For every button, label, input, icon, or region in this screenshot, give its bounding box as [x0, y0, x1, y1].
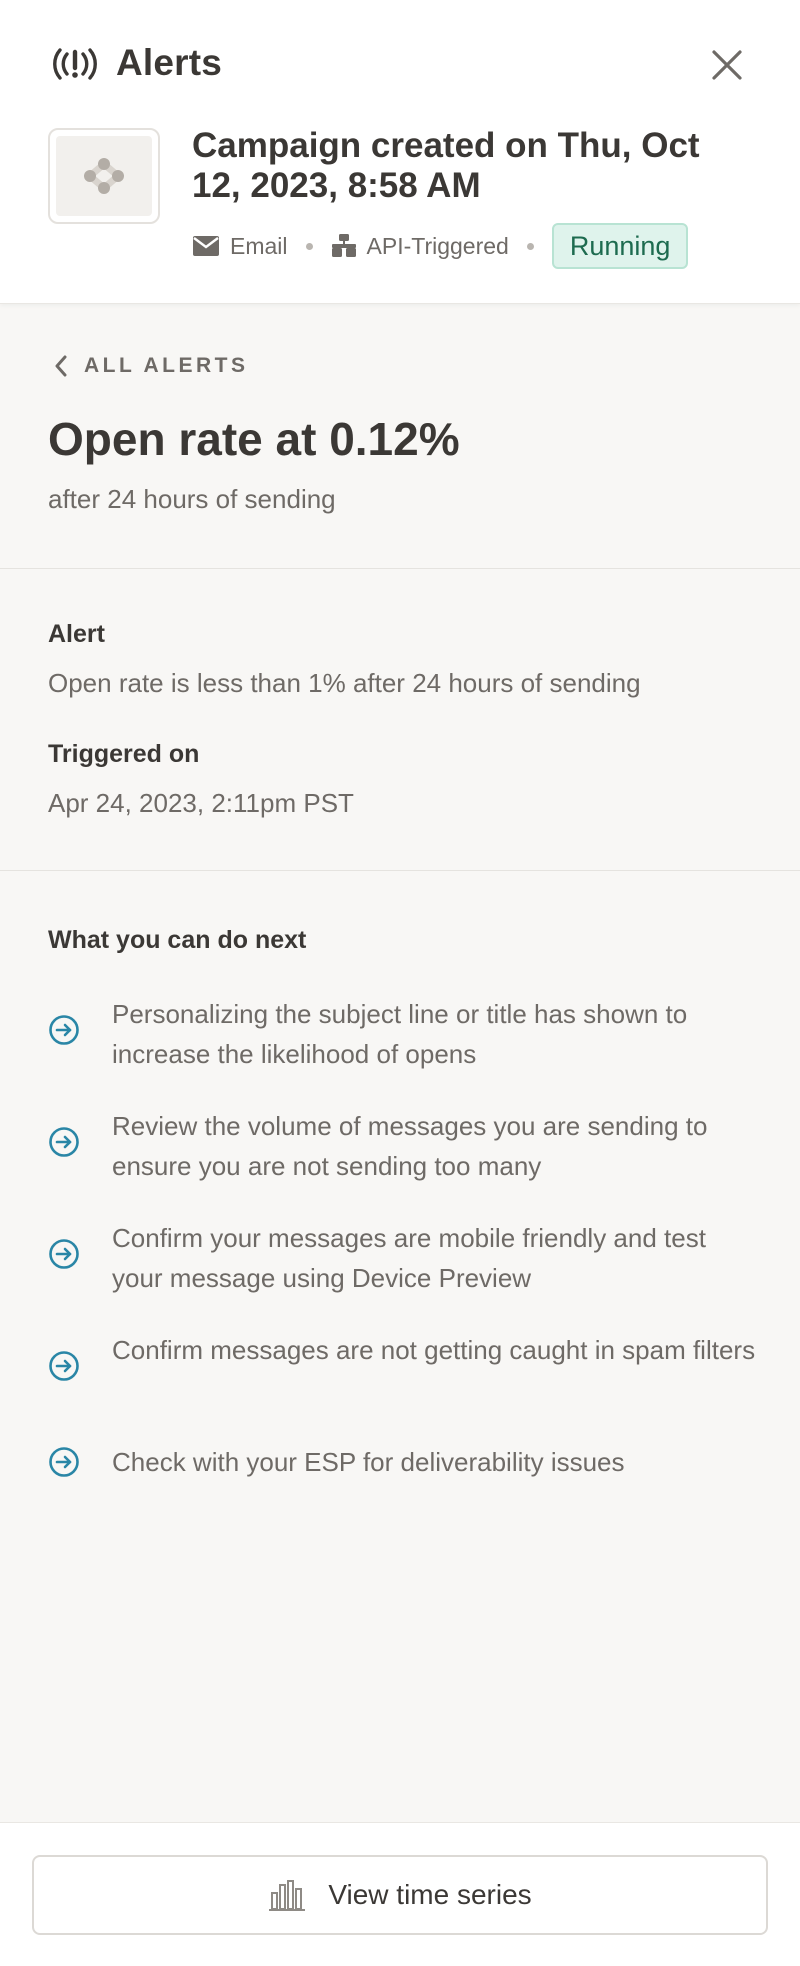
triggered-label: Triggered on: [48, 740, 200, 768]
next-step-text: Confirm messages are not getting caught …: [112, 1335, 756, 1365]
view-time-series-label: View time series: [328, 1879, 532, 1910]
next-step-item: Confirm your messages are mobile friendl…: [48, 1218, 758, 1298]
workflow-diagram-icon: [84, 158, 124, 194]
section-divider: [0, 568, 800, 569]
meta-separator: [526, 242, 534, 250]
alert-signal-icon: [53, 48, 97, 80]
campaign-title: Campaign created on Thu, Oct 12, 2023, 8…: [192, 126, 700, 205]
all-alerts-link[interactable]: ALL ALERTS: [54, 354, 249, 378]
panel-header: Alerts Campaign created on Thu, Oct 12,: [0, 0, 800, 304]
next-step-item: Review the volume of messages you are se…: [48, 1106, 758, 1186]
next-step-text: Check with your ESP for deliverability i…: [112, 1447, 625, 1477]
next-step-item: Check with your ESP for deliverability i…: [48, 1442, 758, 1482]
section-divider: [0, 870, 800, 871]
next-step-item: Personalizing the subject line or title …: [48, 994, 758, 1074]
arrow-circle-right-icon: [49, 1447, 79, 1477]
campaign-meta: Email API-Triggered Running: [192, 222, 689, 270]
arrow-circle-right-icon: [49, 1239, 79, 1269]
bar-chart-icon: [269, 1880, 306, 1911]
meta-separator: [305, 242, 313, 250]
api-trigger-icon: [331, 234, 356, 257]
view-time-series-button[interactable]: View time series: [32, 1855, 768, 1935]
next-step-item: Confirm messages are not getting caught …: [48, 1330, 758, 1382]
campaign-thumbnail: [48, 128, 160, 224]
channel-label: Email: [230, 232, 288, 259]
alert-title: Open rate at 0.12%: [48, 413, 460, 465]
all-alerts-label: ALL ALERTS: [84, 354, 249, 377]
next-step-text: Confirm your messages are mobile friendl…: [112, 1223, 706, 1293]
triggered-date: Apr 24, 2023, 2:11pm PST: [48, 788, 354, 818]
arrow-circle-right-icon: [49, 1127, 79, 1157]
next-step-text: Review the volume of messages you are se…: [112, 1111, 708, 1181]
envelope-icon: [193, 236, 219, 256]
alert-description: Open rate is less than 1% after 24 hours…: [48, 668, 641, 698]
channel-tag: Email: [192, 233, 288, 260]
trigger-tag: API-Triggered: [331, 233, 509, 260]
next-step-text: Personalizing the subject line or title …: [112, 999, 688, 1069]
chevron-left-icon: [55, 355, 67, 377]
next-steps-heading: What you can do next: [48, 926, 307, 954]
alert-subtitle: after 24 hours of sending: [48, 484, 336, 514]
alert-detail-panel: Alerts Campaign created on Thu, Oct 12,: [0, 0, 800, 1966]
close-icon[interactable]: [706, 44, 748, 86]
status-badge: Running: [551, 223, 689, 269]
panel-title: Alerts: [116, 42, 223, 83]
trigger-label: API-Triggered: [366, 232, 509, 259]
arrow-circle-right-icon: [49, 1015, 79, 1045]
arrow-circle-right-icon: [49, 1351, 79, 1381]
alert-label: Alert: [48, 620, 105, 648]
panel-footer: View time series: [0, 1822, 800, 1966]
